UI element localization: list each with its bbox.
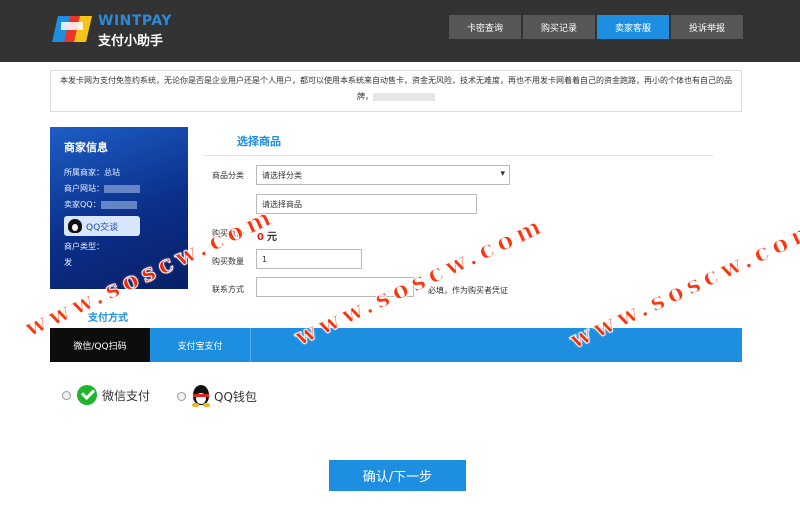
tab-wechat-qq-scan[interactable]: 微信/QQ扫码 [50,328,150,362]
merchant-row-5: 发 [64,258,72,267]
logo-text-en: WINTPAY [98,13,173,29]
quantity-input[interactable]: 1 [256,249,362,269]
nav-seller-service[interactable]: 卖家客服 [597,15,669,39]
wechat-icon [77,385,97,405]
redacted-text [373,92,435,101]
wintpay-logo[interactable]: WINTPAY 支付小助手 [52,10,172,50]
total-price: 0元 [257,232,277,243]
wechat-radio[interactable] [62,390,71,400]
merchant-owner: 所属商家：总站 [64,168,120,177]
top-nav: 卡密查询 购买记录 卖家客服 投诉举报 [449,15,745,39]
contact-hint: 必填，作为购买者凭证 [428,286,508,295]
logo-text-cn: 支付小助手 [98,34,164,49]
qq-chat-button[interactable]: QQ交谈 [64,216,140,236]
merchant-qq: 卖家QQ： [64,199,137,210]
option-qq-wallet[interactable]: QQ钱包 [177,385,257,407]
nav-complaint[interactable]: 投诉举报 [671,15,743,39]
select-goods-title: 选择商品 [237,135,281,148]
logo-mark-icon [52,16,92,42]
category-label: 商品分类 [212,171,244,180]
qq-penguin-icon [68,219,82,233]
tab-alipay[interactable]: 支付宝支付 [150,328,251,362]
payment-title: 支付方式 [88,313,128,324]
qq-wallet-radio[interactable] [177,391,186,401]
contact-label: 联系方式 [212,285,244,294]
merchant-type: 商户类型： [64,242,104,251]
goods-select[interactable]: 请选择商品 [256,194,477,214]
nav-card-query[interactable]: 卡密查询 [449,15,521,39]
section-divider [205,155,713,156]
option-wechat-pay[interactable]: 微信支付 [62,385,150,405]
contact-input[interactable] [256,277,414,297]
qq-penguin-icon [192,385,210,407]
confirm-next-button[interactable]: 确认/下一步 [329,460,466,491]
notice-line-2: 牌， [51,89,741,105]
merchant-website: 商户网站： [64,183,140,194]
notice-box: 本发卡网为支付免签约系统，无论你是否是企业用户还是个人用户，都可以使用本系统来自… [50,70,742,112]
notice-line-1: 本发卡网为支付免签约系统，无论你是否是企业用户还是个人用户，都可以使用本系统来自… [60,76,732,85]
nav-purchase-records[interactable]: 购买记录 [523,15,595,39]
merchant-info-card: 商家信息 所属商家：总站 商户网站： 卖家QQ： QQ交谈 商户类型： 发 [50,127,188,289]
merchant-title: 商家信息 [64,141,108,154]
total-price-label: 购买总价 [212,229,244,238]
top-header: WINTPAY 支付小助手 卡密查询 购买记录 卖家客服 投诉举报 [0,0,800,62]
quantity-label: 购买数量 [212,257,244,266]
category-select[interactable]: 请选择分类 [256,165,510,185]
